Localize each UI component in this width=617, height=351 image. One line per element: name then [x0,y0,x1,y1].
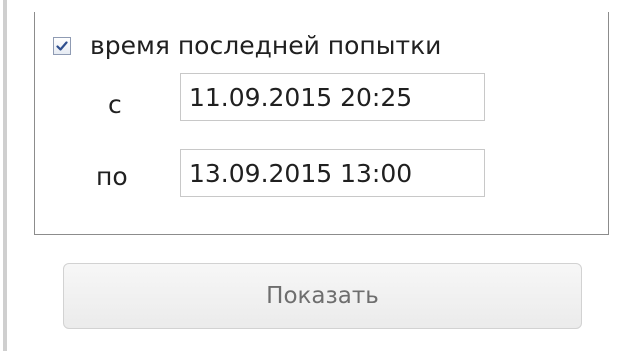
show-button[interactable]: Показать [63,263,582,329]
to-label: по [96,162,128,191]
checkmark-icon [56,41,68,51]
to-date-input[interactable] [180,149,485,197]
last-attempt-label: время последней попытки [90,31,442,60]
last-attempt-checkbox[interactable] [53,37,71,55]
from-label: с [108,90,122,119]
left-divider [3,0,7,351]
from-date-input[interactable] [180,73,485,121]
